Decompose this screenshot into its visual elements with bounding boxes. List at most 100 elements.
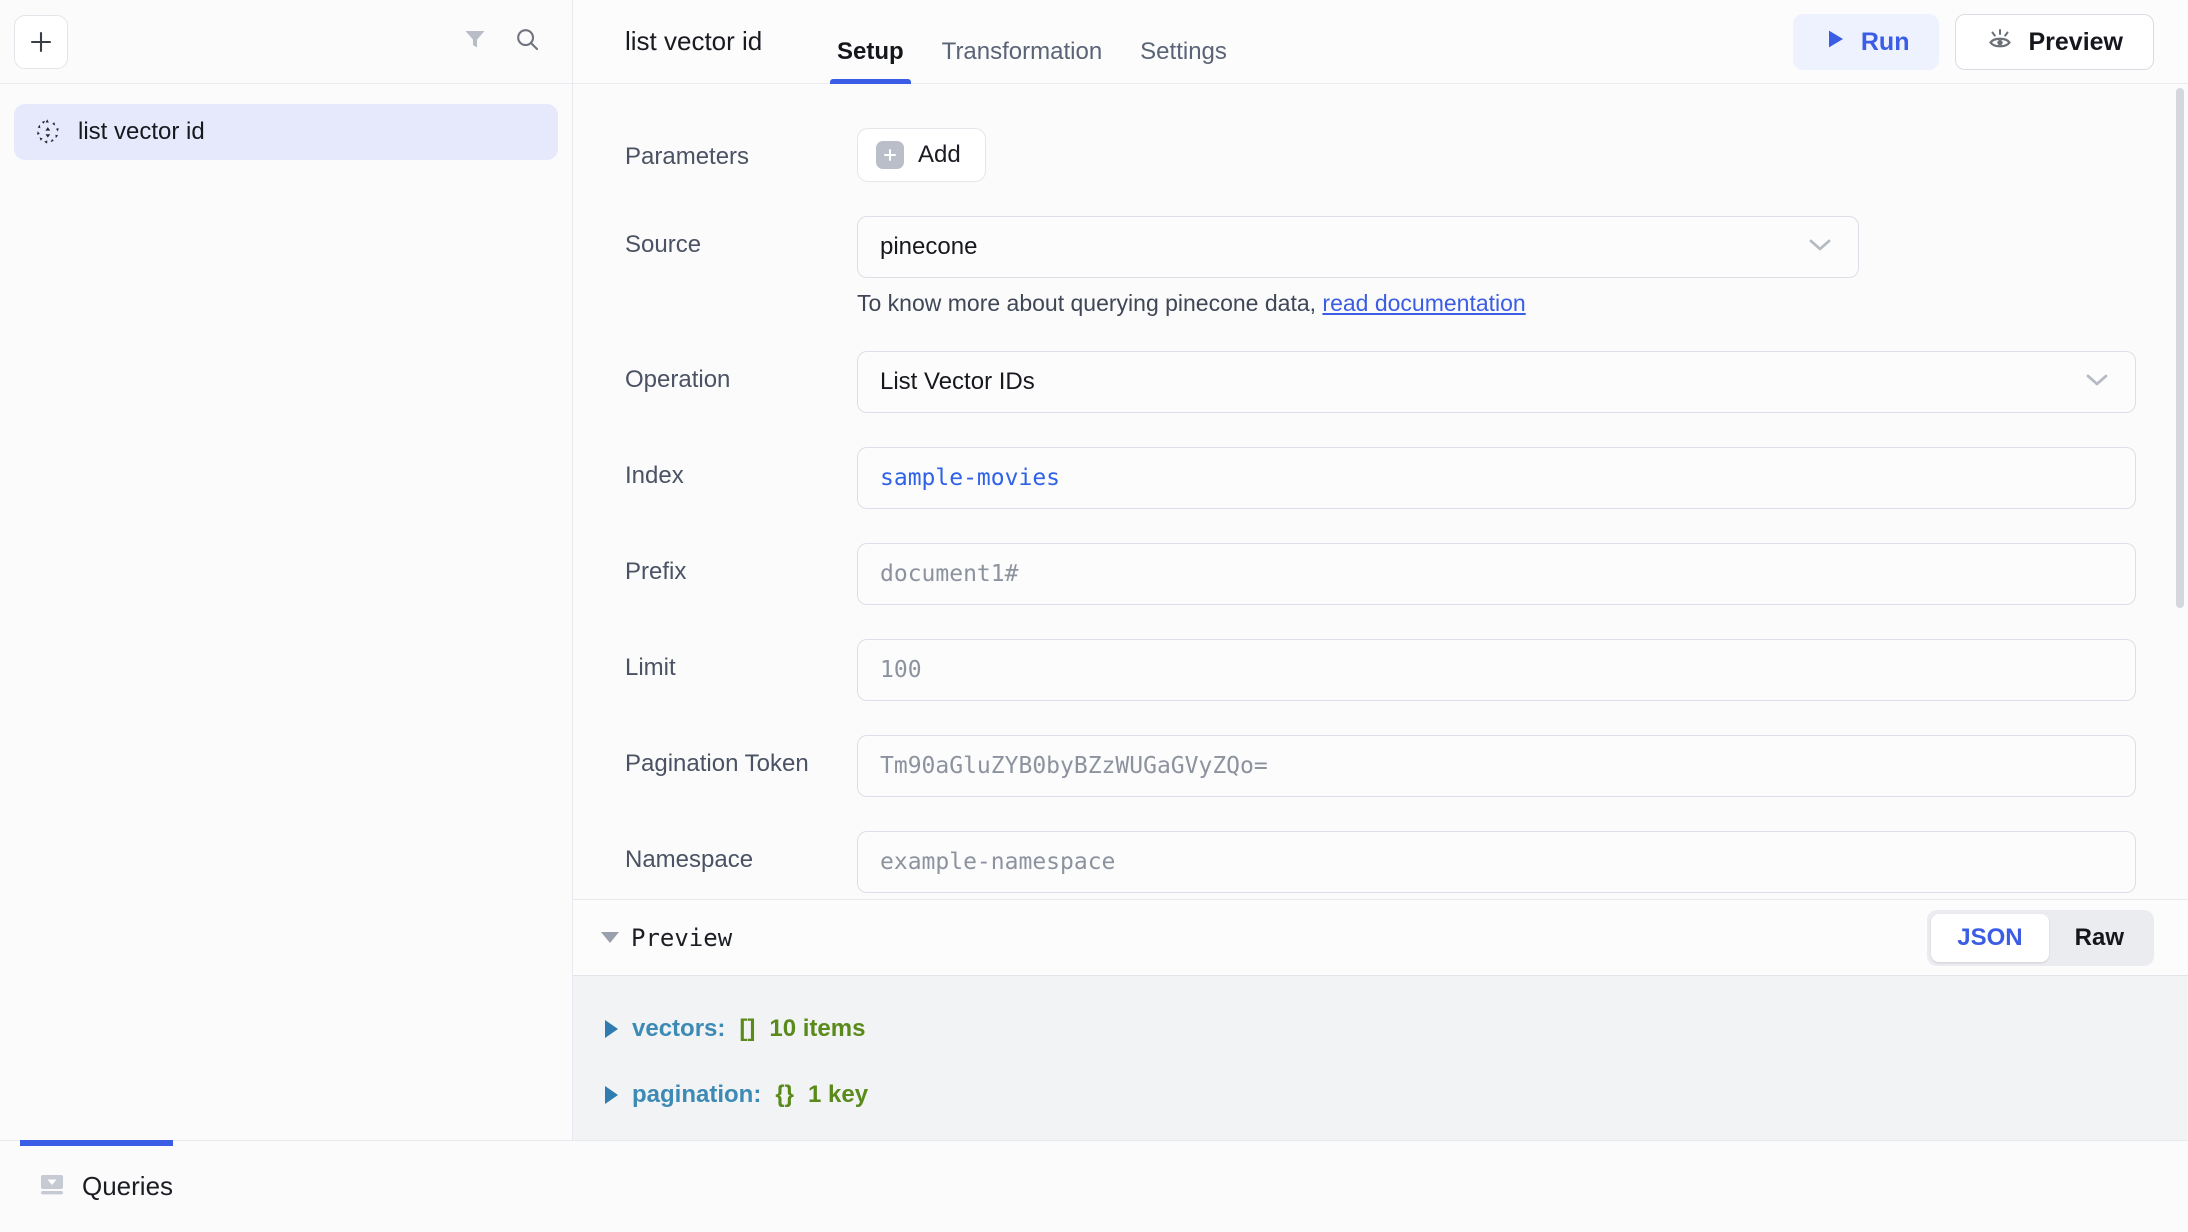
limit-placeholder: 100 [880,657,922,683]
limit-field: 100 [857,639,2136,701]
prefix-label: Prefix [625,543,857,587]
plus-icon [28,29,54,55]
plus-square-icon [876,141,904,169]
source-label: Source [625,216,857,260]
queries-tab-label: Queries [82,1171,173,1202]
json-row-pagination[interactable]: pagination: {} 1 key [605,1072,2188,1118]
source-select[interactable]: pinecone [857,216,1859,278]
sidebar-item-label: list vector id [78,118,205,146]
sidebar: list vector id [0,0,573,1140]
parameters-field: Add [857,128,2136,182]
add-parameter-button[interactable]: Add [857,128,986,182]
json-brace-vectors: [] [739,1015,755,1043]
view-mode-json[interactable]: JSON [1931,914,2048,962]
panel-icon [38,1170,66,1203]
page-title: list vector id [625,26,762,57]
limit-input[interactable]: 100 [857,639,2136,701]
prefix-placeholder: document1# [880,561,1018,587]
row-parameters: Parameters Add [625,128,2136,182]
row-index: Index sample-movies [625,447,2136,509]
sidebar-toolbar [0,0,572,84]
form-scroll-area: Parameters Add [573,84,2188,899]
setup-form: Parameters Add [573,84,2188,893]
run-button[interactable]: Run [1793,14,1940,70]
source-helper-prefix: To know more about querying pinecone dat… [857,290,1322,316]
operation-value: List Vector IDs [880,368,1035,396]
play-icon [1823,27,1847,58]
chevron-down-icon [2083,368,2111,396]
index-input[interactable]: sample-movies [857,447,2136,509]
json-count-pagination: 1 key [808,1081,868,1109]
add-parameter-label: Add [918,141,961,169]
queries-tab[interactable]: Queries [38,1170,173,1203]
pagination-token-input[interactable]: Tm90aGluZYB0byBZzWUGaGVyZQo= [857,735,2136,797]
main-header: list vector id Setup Transformation Sett… [573,0,2188,84]
pinecone-icon [34,118,62,146]
json-row-vectors[interactable]: vectors: [] 10 items [605,1006,2188,1052]
index-label: Index [625,447,857,491]
eye-icon [1986,26,2014,59]
row-source: Source pinecone T [625,216,2136,317]
query-list: list vector id [0,84,572,1140]
caret-down-icon [601,932,619,943]
tab-settings[interactable]: Settings [1121,38,1246,84]
preview-button-label: Preview [2028,28,2123,57]
json-key-pagination: pagination: [632,1081,761,1109]
preview-button[interactable]: Preview [1955,14,2154,70]
operation-field: List Vector IDs [857,351,2136,413]
index-value: sample-movies [880,465,1060,491]
json-count-vectors: 10 items [769,1015,865,1043]
preview-label: Preview [631,924,732,952]
row-namespace: Namespace example-namespace [625,831,2136,893]
view-mode-raw[interactable]: Raw [2049,914,2150,962]
row-prefix: Prefix document1# [625,543,2136,605]
add-query-button[interactable] [14,15,68,69]
limit-label: Limit [625,639,857,683]
namespace-field: example-namespace [857,831,2136,893]
form-scrollbar[interactable] [2174,84,2186,899]
main-panel: list vector id Setup Transformation Sett… [573,0,2188,1140]
row-limit: Limit 100 [625,639,2136,701]
preview-bar: Preview JSON Raw [573,899,2188,975]
index-field: sample-movies [857,447,2136,509]
row-operation: Operation List Vector IDs [625,351,2136,413]
run-button-label: Run [1861,28,1910,57]
sidebar-item-list-vector-id[interactable]: list vector id [14,104,558,160]
search-button[interactable] [504,19,550,65]
json-brace-pagination: {} [775,1081,794,1109]
bottom-bar: Queries [0,1140,2188,1232]
json-key-vectors: vectors: [632,1015,725,1043]
operation-label: Operation [625,351,857,395]
preview-view-mode-toggle: JSON Raw [1927,910,2154,966]
tab-transformation[interactable]: Transformation [923,38,1122,84]
source-value: pinecone [880,233,977,261]
source-helper-text: To know more about querying pinecone dat… [857,290,2136,317]
form-scrollbar-thumb[interactable] [2176,88,2184,608]
namespace-placeholder: example-namespace [880,849,1115,875]
namespace-input[interactable]: example-namespace [857,831,2136,893]
caret-right-icon[interactable] [605,1086,618,1104]
chevron-down-icon [1806,233,1834,261]
filter-button[interactable] [452,19,498,65]
source-field: pinecone To know more about querying pin… [857,216,2136,317]
filter-icon [462,26,488,57]
pagination-token-placeholder: Tm90aGluZYB0byBZzWUGaGVyZQo= [880,753,1268,779]
namespace-label: Namespace [625,831,857,875]
operation-select[interactable]: List Vector IDs [857,351,2136,413]
parameters-label: Parameters [625,128,857,172]
prefix-input[interactable]: document1# [857,543,2136,605]
json-preview-panel: vectors: [] 10 items pagination: {} 1 ke… [573,975,2188,1140]
tab-setup[interactable]: Setup [818,38,923,84]
caret-right-icon[interactable] [605,1020,618,1038]
queries-active-indicator [20,1140,173,1146]
app-root: list vector id list vector id Setup Tran… [0,0,2188,1232]
preview-collapse-toggle[interactable]: Preview [601,924,732,952]
pagination-token-label: Pagination Token [625,735,857,779]
read-documentation-link[interactable]: read documentation [1322,290,1525,316]
search-icon [514,26,541,58]
pagination-token-field: Tm90aGluZYB0byBZzWUGaGVyZQo= [857,735,2136,797]
header-actions: Run Preview [1793,14,2154,70]
body-row: list vector id list vector id Setup Tran… [0,0,2188,1140]
row-pagination-token: Pagination Token Tm90aGluZYB0byBZzWUGaGV… [625,735,2136,797]
prefix-field: document1# [857,543,2136,605]
